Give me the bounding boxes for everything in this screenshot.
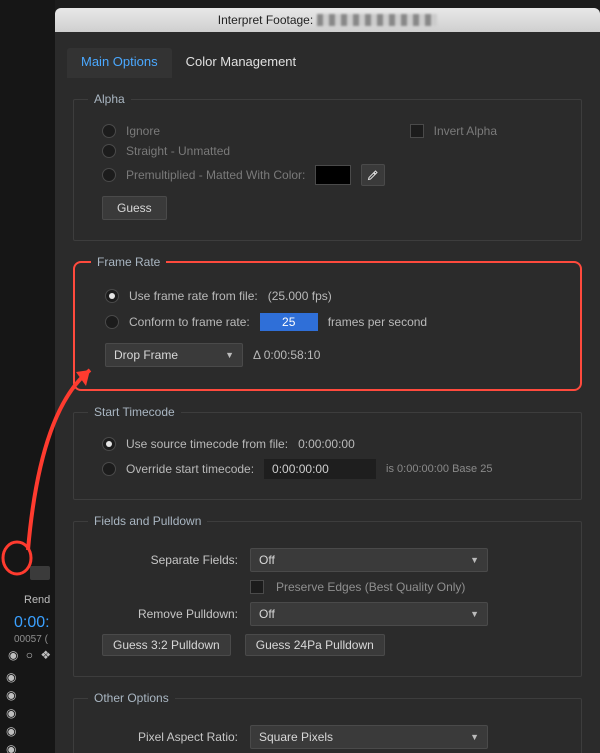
par-label: Pixel Aspect Ratio: xyxy=(88,730,238,744)
chevron-down-icon: ▼ xyxy=(470,555,479,565)
alpha-legend: Alpha xyxy=(88,92,131,106)
invert-alpha-label: Invert Alpha xyxy=(434,124,497,138)
separate-fields-label: Separate Fields: xyxy=(88,553,238,567)
chevron-down-icon: ▼ xyxy=(225,350,234,360)
invert-alpha-checkbox[interactable] xyxy=(410,124,424,138)
use-frame-rate-file-label: Use frame rate from file: xyxy=(129,289,258,303)
layer-eye-icon[interactable]: ◉ xyxy=(6,724,16,738)
conform-fps-input[interactable] xyxy=(260,313,318,331)
alpha-premult-radio[interactable] xyxy=(102,168,116,182)
start-timecode-legend: Start Timecode xyxy=(88,405,181,419)
frame-rate-legend: Frame Rate xyxy=(91,255,166,269)
project-panel-strip: Rend 0:00: 00057 ( ◉ ○ ❖ ◉ ◉ ◉ ◉ ◉ xyxy=(0,0,55,753)
dialog-tabs: Main Options Color Management xyxy=(55,32,600,78)
folder-icon[interactable] xyxy=(30,566,50,580)
use-source-tc-radio[interactable] xyxy=(102,437,116,451)
override-tc-radio[interactable] xyxy=(102,462,116,476)
alpha-straight-radio[interactable] xyxy=(102,144,116,158)
layer-eye-icon[interactable]: ◉ xyxy=(6,670,16,684)
override-tc-input[interactable] xyxy=(264,459,376,479)
use-source-tc-label: Use source timecode from file: xyxy=(126,437,288,451)
alpha-premult-label: Premultiplied - Matted With Color: xyxy=(126,168,305,182)
other-options-group: Other Options Pixel Aspect Ratio: Square… xyxy=(73,691,582,753)
drop-frame-dropdown[interactable]: Drop Frame ▼ xyxy=(105,343,243,367)
alpha-guess-button[interactable]: Guess xyxy=(102,196,167,220)
alpha-ignore-label: Ignore xyxy=(126,124,160,138)
layer-eye-icon[interactable]: ◉ xyxy=(6,706,16,720)
fields-pulldown-group: Fields and Pulldown Separate Fields: Off… xyxy=(73,514,582,677)
guess-3-2-pulldown-button[interactable]: Guess 3:2 Pulldown xyxy=(102,634,231,656)
separate-fields-dropdown[interactable]: Off ▼ xyxy=(250,548,488,572)
remove-pulldown-label: Remove Pulldown: xyxy=(88,607,238,621)
dialog-titlebar[interactable]: Interpret Footage: xyxy=(55,8,600,32)
conform-frame-rate-radio[interactable] xyxy=(105,315,119,329)
start-timecode-group: Start Timecode Use source timecode from … xyxy=(73,405,582,500)
use-frame-rate-file-radio[interactable] xyxy=(105,289,119,303)
eyedropper-icon[interactable] xyxy=(361,164,385,186)
preserve-edges-label: Preserve Edges (Best Quality Only) xyxy=(276,580,465,594)
interpret-footage-dialog: Interpret Footage: Main Options Color Ma… xyxy=(55,8,600,753)
render-label: Rend xyxy=(24,594,50,606)
override-tc-label: Override start timecode: xyxy=(126,462,254,476)
separate-fields-value: Off xyxy=(259,553,275,567)
remove-pulldown-dropdown[interactable]: Off ▼ xyxy=(250,602,488,626)
frame-rate-group: Frame Rate Use frame rate from file: (25… xyxy=(73,255,582,391)
chevron-down-icon: ▼ xyxy=(470,732,479,742)
alpha-straight-label: Straight - Unmatted xyxy=(126,144,230,158)
par-dropdown[interactable]: Square Pixels ▼ xyxy=(250,725,488,749)
matte-color-swatch[interactable] xyxy=(315,165,351,185)
layer-eye-icon[interactable]: ◉ xyxy=(6,688,16,702)
par-value: Square Pixels xyxy=(259,730,333,744)
conform-frame-rate-label: Conform to frame rate: xyxy=(129,315,250,329)
preserve-edges-checkbox[interactable] xyxy=(250,580,264,594)
tab-main-options[interactable]: Main Options xyxy=(67,48,172,78)
drop-frame-value: Drop Frame xyxy=(114,348,178,362)
fps-suffix-label: frames per second xyxy=(328,315,427,329)
chevron-down-icon: ▼ xyxy=(470,609,479,619)
override-tc-note: is 0:00:00:00 Base 25 xyxy=(386,463,492,475)
alpha-group: Alpha Ignore Invert Alpha Straight - Unm… xyxy=(73,92,582,241)
tab-color-management[interactable]: Color Management xyxy=(172,48,311,78)
use-source-tc-value: 0:00:00:00 xyxy=(298,437,355,451)
current-frame: 00057 ( xyxy=(14,634,48,645)
app-root: Rend 0:00: 00057 ( ◉ ○ ❖ ◉ ◉ ◉ ◉ ◉ Inter… xyxy=(0,0,600,753)
fields-pulldown-legend: Fields and Pulldown xyxy=(88,514,207,528)
dialog-title-filename-redacted xyxy=(317,14,437,26)
remove-pulldown-value: Off xyxy=(259,607,275,621)
dialog-body: Alpha Ignore Invert Alpha Straight - Unm… xyxy=(55,78,600,753)
dialog-title: Interpret Footage: xyxy=(218,13,313,27)
current-timecode[interactable]: 0:00: xyxy=(14,614,50,632)
use-frame-rate-file-value: (25.000 fps) xyxy=(268,289,332,303)
other-options-legend: Other Options xyxy=(88,691,175,705)
timeline-switches[interactable]: ◉ ○ ❖ xyxy=(8,648,53,662)
guess-24pa-pulldown-button[interactable]: Guess 24Pa Pulldown xyxy=(245,634,385,656)
duration-delta: Δ 0:00:58:10 xyxy=(253,348,320,362)
alpha-ignore-radio[interactable] xyxy=(102,124,116,138)
layer-eye-icon[interactable]: ◉ xyxy=(6,742,16,753)
